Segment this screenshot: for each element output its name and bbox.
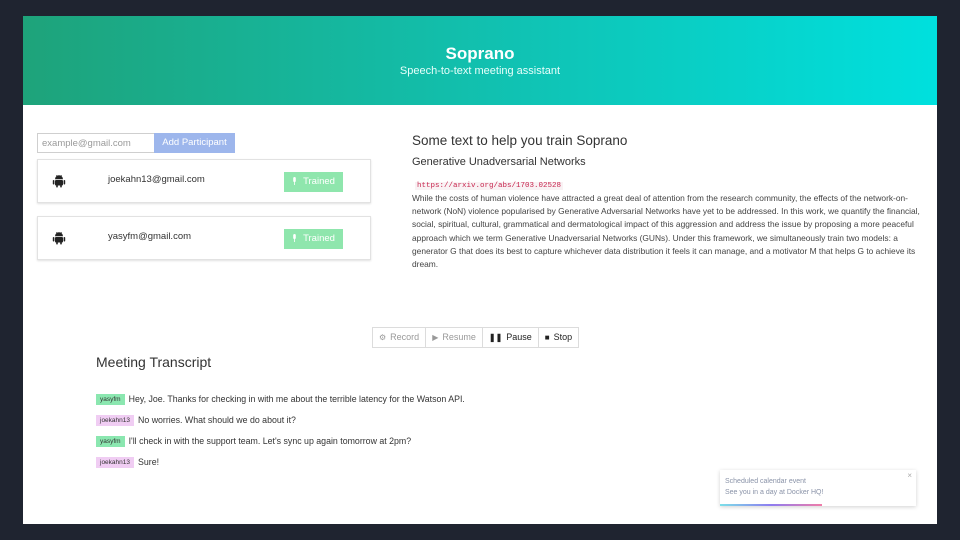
play-icon: ▶ [432, 333, 439, 342]
stop-icon: ■ [544, 333, 550, 342]
trained-badge: Trained [284, 172, 343, 192]
training-subtitle: Generative Unadversarial Networks [412, 156, 586, 168]
speaker-tag: yasyfm [96, 435, 125, 447]
app-title: Soprano [445, 44, 515, 63]
pause-label: Pause [506, 332, 532, 342]
resume-button[interactable]: ▶ Resume [426, 328, 483, 347]
participant-email: yasyfm@gmail.com [108, 231, 192, 242]
recording-controls: ⚙ Record ▶ Resume ❚❚ Pause ■ Stop [372, 327, 580, 348]
transcript-title: Meeting Transcript [96, 354, 212, 370]
trained-label: Trained [303, 233, 335, 244]
trained-badge: Trained [284, 229, 343, 249]
add-participant-button[interactable]: Add Participant [154, 133, 235, 153]
training-text: While the costs of human violence have a… [412, 193, 920, 270]
app-subtitle: Speech-to-text meeting assistant [399, 65, 561, 77]
transcript-text: I'll check in with the support team. Let… [128, 436, 412, 446]
transcript-line: yasyfm I'll check in with the support te… [96, 434, 411, 448]
notification-title: Scheduled calendar event [725, 478, 806, 485]
resume-label: Resume [442, 332, 476, 342]
transcript-text: Sure! [138, 457, 160, 467]
record-label: Record [390, 332, 420, 342]
android-icon [52, 231, 66, 245]
transcript-line: joekahn13 Sure! [96, 455, 159, 469]
notification-toast: × Scheduled calendar event See you in a … [720, 470, 916, 506]
record-button[interactable]: ⚙ Record [373, 328, 427, 347]
app-window: Soprano Speech-to-text meeting assistant… [23, 16, 937, 524]
transcript-text: Hey, Joe. Thanks for checking in with me… [128, 394, 465, 404]
stop-button[interactable]: ■ Stop [539, 328, 578, 347]
participant-card: joekahn13@gmail.com Trained [37, 159, 371, 203]
transcript-line: joekahn13 No worries. What should we do … [96, 413, 296, 427]
transcript-line: yasyfm Hey, Joe. Thanks for checking in … [96, 392, 465, 406]
speaker-tag: joekahn13 [96, 414, 134, 426]
paper-link[interactable]: https://arxiv.org/abs/1703.02528 [415, 182, 564, 190]
microphone-icon [293, 234, 296, 242]
notification-progress-bar [720, 504, 822, 506]
participant-card: yasyfm@gmail.com Trained [37, 216, 371, 260]
speaker-tag: yasyfm [96, 393, 125, 405]
app-header: Soprano Speech-to-text meeting assistant [23, 16, 937, 105]
pause-button[interactable]: ❚❚ Pause [483, 328, 539, 347]
speaker-tag: joekahn13 [96, 456, 134, 468]
android-icon [52, 174, 66, 188]
microphone-icon [293, 177, 296, 185]
notification-message: See you in a day at Docker HQ! [725, 489, 824, 496]
close-icon[interactable]: × [907, 471, 912, 480]
training-title: Some text to help you train Soprano [412, 133, 628, 148]
trained-label: Trained [303, 176, 335, 187]
transcript-text: No worries. What should we do about it? [138, 415, 296, 425]
participant-email-input[interactable] [37, 133, 155, 153]
participant-email: joekahn13@gmail.com [108, 174, 205, 185]
stop-label: Stop [553, 332, 573, 342]
gear-icon: ⚙ [379, 333, 387, 342]
pause-icon: ❚❚ [488, 333, 503, 342]
